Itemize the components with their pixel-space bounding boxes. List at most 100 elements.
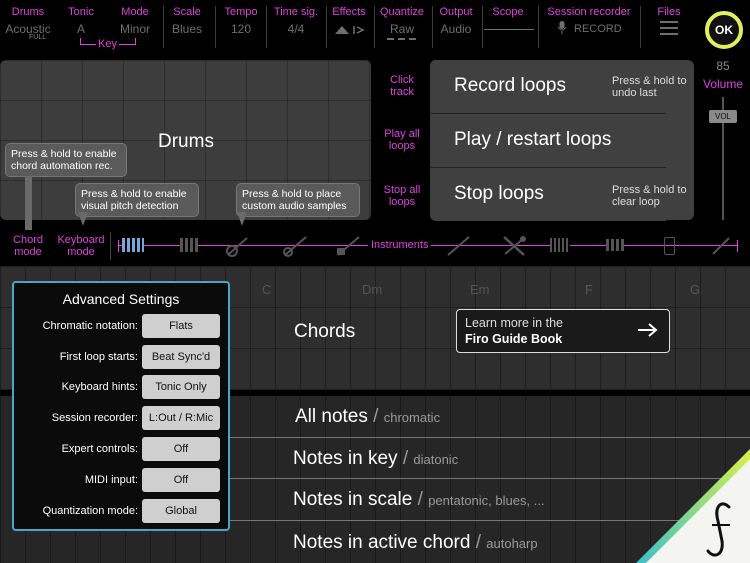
firo-logo-icon[interactable]: [636, 449, 750, 563]
all-notes-label[interactable]: All notes / chromatic: [295, 406, 440, 428]
pitch-detect-tip: Press & hold to enable visual pitch dete…: [75, 183, 199, 217]
samples-tip: Press & hold to place custom audio sampl…: [236, 183, 360, 217]
all-notes-text: All notes: [295, 406, 368, 427]
record-loops-button[interactable]: Record loops Press & hold to undo last: [430, 60, 687, 114]
chord-key-g[interactable]: G: [690, 282, 700, 297]
mode-value[interactable]: Minor: [115, 22, 155, 36]
chords-mode-text: Chords: [294, 321, 356, 342]
instrument-divider: [110, 232, 111, 260]
phone-instrument-icon[interactable]: [664, 237, 675, 255]
drums-title[interactable]: Drums: [10, 6, 46, 18]
in-chord-label[interactable]: Notes in active chord / autoharp: [293, 532, 538, 554]
top-bar: Drums Acoustic FULL Tonic A Mode Minor K…: [0, 0, 750, 58]
arrow-right-icon: [638, 323, 658, 337]
play-loops-button[interactable]: Play / restart loops: [430, 114, 666, 168]
samples-tip-arrow: [237, 212, 247, 226]
setting-value-button[interactable]: Beat Sync'd: [142, 345, 220, 369]
in-scale-sub: pentatonic, blues, ...: [428, 493, 545, 508]
timesig-value[interactable]: 4/4: [282, 22, 310, 36]
files-title[interactable]: Files: [655, 6, 683, 18]
chords-mode-label[interactable]: Chords: [294, 321, 355, 343]
chord-mode-label[interactable]: Chord mode: [8, 234, 48, 258]
accordion-instrument-icon[interactable]: [550, 238, 570, 252]
grid-instrument-icon[interactable]: [180, 238, 198, 252]
volume-value: 85: [716, 59, 730, 73]
tempo-value[interactable]: 120: [226, 22, 256, 36]
menu-icon[interactable]: [660, 21, 678, 35]
key-label: Key: [96, 38, 119, 50]
timesig-title[interactable]: Time sig.: [270, 6, 322, 18]
quantize-value[interactable]: Raw: [386, 22, 418, 36]
setting-label: MIDI input:: [84, 474, 138, 486]
mode-title[interactable]: Mode: [118, 6, 152, 18]
setting-session-recorder: Session recorder: L:Out / R:Mic: [14, 406, 228, 432]
in-scale-slash: /: [417, 489, 423, 510]
play-all-label[interactable]: Play all loops: [380, 128, 424, 152]
setting-label: Keyboard hints:: [61, 381, 138, 393]
volume-label: Volume: [702, 77, 744, 91]
chord-key-dm[interactable]: Dm: [362, 282, 382, 297]
stop-loops-hint: Press & hold to clear loop: [612, 184, 687, 208]
setting-value-button[interactable]: Off: [142, 437, 220, 461]
chord-key-f[interactable]: F: [585, 282, 593, 297]
setting-value-button[interactable]: Global: [142, 499, 220, 523]
quantize-title[interactable]: Quantize: [378, 6, 426, 18]
bass-instrument-icon[interactable]: [282, 235, 308, 257]
guide-book-button[interactable]: Learn more in the Firo Guide Book: [456, 309, 670, 353]
output-value[interactable]: Audio: [436, 22, 476, 36]
setting-value-button[interactable]: Off: [142, 468, 220, 492]
recorder-value[interactable]: RECORD: [574, 23, 622, 35]
setting-chromatic-notation: Chromatic notation: Flats: [14, 314, 228, 340]
in-chord-sub: autoharp: [486, 536, 538, 551]
ok-label: OK: [715, 23, 733, 37]
keyboard-mode-label[interactable]: Keyboard mode: [55, 234, 107, 258]
keyboard-instrument-icon[interactable]: [122, 238, 144, 252]
recorder-title[interactable]: Session recorder: [545, 6, 633, 18]
play-loops-label: Play / restart loops: [454, 129, 612, 150]
setting-expert-controls: Expert controls: Off: [14, 437, 228, 463]
scale-value[interactable]: Blues: [168, 22, 206, 36]
marimba-instrument-icon[interactable]: [606, 239, 624, 251]
clarinet-instrument-icon[interactable]: [500, 235, 530, 257]
setting-value-button[interactable]: L:Out / R:Mic: [142, 406, 220, 430]
volume-knob[interactable]: VOL: [709, 110, 737, 124]
samples-tip-text: Press & hold to place custom audio sampl…: [242, 188, 347, 212]
in-key-label[interactable]: Notes in key / diatonic: [293, 448, 458, 470]
output-title[interactable]: Output: [436, 6, 476, 18]
scale-title[interactable]: Scale: [170, 6, 204, 18]
tonic-title[interactable]: Tonic: [66, 6, 96, 18]
sampler-instrument-icon[interactable]: [710, 235, 732, 257]
pitch-detect-tip-text: Press & hold to enable visual pitch dete…: [81, 188, 187, 212]
chord-tip-stem: [25, 176, 32, 230]
tonic-value[interactable]: A: [70, 22, 92, 36]
record-loops-hint: Press & hold to undo last: [612, 75, 687, 99]
chord-automation-tip-text: Press & hold to enable chord automation …: [11, 148, 117, 172]
stop-loops-button[interactable]: Stop loops Press & hold to clear loop: [430, 168, 687, 221]
ok-button[interactable]: OK: [705, 11, 743, 49]
click-track-label[interactable]: Click track: [384, 74, 420, 98]
pitch-tip-arrow: [78, 212, 88, 226]
guitar-instrument-icon[interactable]: [225, 235, 251, 257]
setting-value-button[interactable]: Flats: [142, 314, 220, 338]
stop-loops-label: Stop loops: [454, 183, 544, 204]
chord-key-c[interactable]: C: [262, 282, 271, 297]
in-key-text: Notes in key: [293, 448, 398, 469]
guide-line1: Learn more in the: [465, 316, 563, 330]
instruments-label: Instruments: [368, 239, 432, 251]
effects-title[interactable]: Effects: [330, 6, 368, 18]
scope-title[interactable]: Scope: [488, 6, 528, 18]
setting-value-button[interactable]: Tonic Only: [142, 375, 220, 399]
drums-pad-label: Drums: [158, 131, 214, 152]
setting-label: Expert controls:: [61, 443, 138, 455]
setting-label: First loop starts:: [59, 351, 138, 363]
violin-instrument-icon[interactable]: [445, 235, 471, 257]
mic-icon[interactable]: [557, 21, 567, 40]
in-scale-label[interactable]: Notes in scale / pentatonic, blues, ...: [293, 489, 545, 511]
stop-all-label[interactable]: Stop all loops: [380, 184, 424, 208]
setting-first-loop: First loop starts: Beat Sync'd: [14, 345, 228, 371]
chord-key-em[interactable]: Em: [470, 282, 490, 297]
electric-guitar-icon[interactable]: [335, 235, 361, 257]
effects-icon[interactable]: [333, 23, 367, 41]
setting-label: Quantization mode:: [42, 505, 138, 517]
tempo-title[interactable]: Tempo: [222, 6, 260, 18]
